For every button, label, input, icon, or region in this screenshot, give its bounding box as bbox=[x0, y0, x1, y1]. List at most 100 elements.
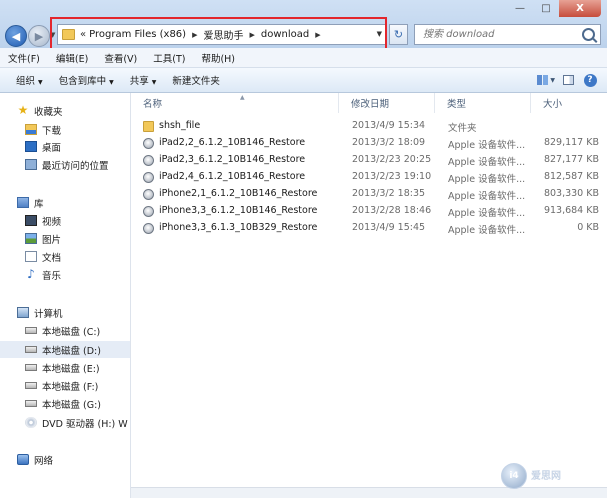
sidebar-libraries[interactable]: 库 bbox=[17, 194, 130, 211]
menu-view[interactable]: 查看(V) bbox=[96, 51, 145, 65]
search-icon[interactable] bbox=[582, 28, 595, 41]
share-button[interactable]: 共享 ▼ bbox=[122, 73, 165, 87]
table-row[interactable]: iPhone2,1_6.1.2_10B146_Restore 2013/3/2 1… bbox=[131, 186, 607, 203]
window-controls: — □ X bbox=[507, 0, 601, 17]
include-library-button[interactable]: 包含到库中 ▼ bbox=[51, 73, 122, 87]
address-history-dropdown-icon[interactable]: ▼ bbox=[377, 30, 382, 38]
table-row[interactable]: iPad2,4_6.1.2_10B146_Restore 2013/2/23 19… bbox=[131, 169, 607, 186]
sidebar-item-dvd[interactable]: DVD 驱动器 (H:) W bbox=[25, 414, 130, 431]
breadcrumb-overflow[interactable]: « bbox=[80, 29, 86, 40]
sidebar-item-videos[interactable]: 视频 bbox=[25, 212, 130, 229]
sidebar-computer[interactable]: 计算机 bbox=[17, 304, 130, 321]
table-row[interactable]: iPhone3,3_6.1.3_10B329_Restore 2013/4/9 1… bbox=[131, 220, 607, 237]
star-icon: ★ bbox=[17, 103, 29, 117]
file-name: shsh_file bbox=[159, 120, 201, 131]
sidebar-item-downloads[interactable]: 下载 bbox=[25, 121, 130, 138]
column-header-type[interactable]: 类型 bbox=[435, 93, 531, 113]
breadcrumb-item[interactable]: Program Files (x86) bbox=[89, 29, 186, 40]
sidebar-item-drive-d[interactable]: 本地磁盘 (D:) bbox=[0, 341, 130, 358]
table-row[interactable]: shsh_file 2013/4/9 15:34 文件夹 bbox=[131, 118, 607, 135]
breadcrumb-separator-icon[interactable]: ▶ bbox=[315, 31, 320, 39]
sidebar-item-recent[interactable]: 最近访问的位置 bbox=[25, 156, 130, 173]
forward-button[interactable]: ▶ bbox=[28, 25, 50, 47]
pictures-library-icon bbox=[25, 233, 37, 244]
help-icon: ? bbox=[583, 73, 597, 87]
hard-drive-icon bbox=[25, 346, 37, 353]
sidebar-item-label: 图片 bbox=[42, 234, 62, 246]
firmware-file-icon bbox=[143, 172, 154, 183]
column-header-date[interactable]: 修改日期 bbox=[339, 93, 435, 113]
sidebar-favorites[interactable]: ★ 收藏夹 bbox=[17, 102, 130, 119]
file-size: 827,177 KB bbox=[543, 154, 599, 165]
breadcrumb-separator-icon[interactable]: ▶ bbox=[192, 31, 197, 39]
file-list: ▲ 名称 修改日期 类型 大小 shsh_file 2013/4/9 15:34 文… bbox=[131, 93, 607, 498]
search-input[interactable] bbox=[421, 28, 580, 41]
menu-help[interactable]: 帮助(H) bbox=[193, 51, 243, 65]
file-name: iPad2,3_6.1.2_10B146_Restore bbox=[159, 154, 306, 165]
sidebar-item-desktop[interactable]: 桌面 bbox=[25, 138, 130, 155]
column-header-name[interactable]: 名称 bbox=[131, 93, 339, 113]
sidebar-item-drive-g[interactable]: 本地磁盘 (G:) bbox=[25, 395, 130, 412]
breadcrumb-separator-icon[interactable]: ▶ bbox=[249, 31, 254, 39]
file-name: iPhone2,1_6.1.2_10B146_Restore bbox=[159, 188, 318, 199]
toolbar-icons: ▼ ? bbox=[533, 72, 599, 88]
desktop-icon bbox=[25, 141, 37, 152]
sidebar-item-pictures[interactable]: 图片 bbox=[25, 230, 130, 247]
menu-bar: 文件(F) 编辑(E) 查看(V) 工具(T) 帮助(H) bbox=[0, 48, 607, 68]
sidebar-item-label: 本地磁盘 (G:) bbox=[42, 399, 101, 411]
search-box[interactable] bbox=[414, 24, 601, 45]
file-size: 829,117 KB bbox=[543, 137, 599, 148]
navigation-pane: ★ 收藏夹 下载 桌面 最近访问的位置 库 视频 图片 文档 ♪ 音乐 计算机 本地… bbox=[0, 93, 131, 498]
preview-pane-button[interactable] bbox=[559, 72, 577, 88]
column-header-size[interactable]: 大小 bbox=[531, 93, 607, 113]
change-view-button[interactable]: ▼ bbox=[537, 72, 555, 88]
hard-drive-icon bbox=[25, 382, 37, 389]
watermark-logo: i4 bbox=[501, 463, 527, 489]
documents-library-icon bbox=[25, 251, 37, 262]
sidebar-group-label: 网络 bbox=[34, 455, 54, 467]
sidebar-network[interactable]: 网络 bbox=[17, 451, 130, 468]
sidebar-item-drive-c[interactable]: 本地磁盘 (C:) bbox=[25, 322, 130, 339]
back-button[interactable]: ◀ bbox=[5, 25, 27, 47]
file-size: 913,684 KB bbox=[543, 205, 599, 216]
new-folder-button[interactable]: 新建文件夹 bbox=[164, 73, 228, 87]
refresh-button[interactable]: ↻ bbox=[389, 24, 408, 45]
hard-drive-icon bbox=[25, 327, 37, 334]
sidebar-item-label: DVD 驱动器 (H:) W bbox=[42, 418, 128, 430]
minimize-button[interactable]: — bbox=[507, 0, 533, 17]
file-type: Apple 设备软件... bbox=[448, 174, 526, 185]
file-size: 803,330 KB bbox=[543, 188, 599, 199]
sidebar-item-label: 本地磁盘 (F:) bbox=[42, 381, 99, 393]
help-button[interactable]: ? bbox=[581, 72, 599, 88]
organize-button[interactable]: 组织 ▼ bbox=[8, 73, 51, 87]
organize-label: 组织 bbox=[16, 76, 36, 87]
breadcrumb-item[interactable]: download bbox=[261, 29, 309, 40]
folder-icon bbox=[143, 121, 154, 132]
table-row[interactable]: iPad2,3_6.1.2_10B146_Restore 2013/2/23 20… bbox=[131, 152, 607, 169]
close-button[interactable]: X bbox=[559, 0, 601, 17]
sidebar-item-music[interactable]: ♪ 音乐 bbox=[25, 266, 130, 283]
file-type: Apple 设备软件... bbox=[448, 225, 526, 236]
file-date: 2013/4/9 15:45 bbox=[352, 222, 426, 233]
breadcrumb-item[interactable]: 爱思助手 bbox=[203, 27, 243, 42]
file-date: 2013/2/23 19:10 bbox=[352, 171, 432, 182]
menu-tools[interactable]: 工具(T) bbox=[145, 51, 193, 65]
address-bar[interactable]: « Program Files (x86) ▶ 爱思助手 ▶ download … bbox=[57, 24, 387, 45]
menu-edit[interactable]: 编辑(E) bbox=[48, 51, 96, 65]
sidebar-item-label: 下载 bbox=[42, 125, 62, 137]
dvd-drive-icon bbox=[25, 417, 37, 428]
sidebar-item-label: 文档 bbox=[42, 252, 62, 264]
file-name: iPhone3,3_6.1.2_10B146_Restore bbox=[159, 205, 318, 216]
chevron-down-icon: ▼ bbox=[550, 76, 555, 84]
table-row[interactable]: iPad2,2_6.1.2_10B146_Restore 2013/3/2 18:… bbox=[131, 135, 607, 152]
sidebar-group-label: 收藏夹 bbox=[34, 106, 63, 118]
sidebar-item-drive-e[interactable]: 本地磁盘 (E:) bbox=[25, 359, 130, 376]
menu-file[interactable]: 文件(F) bbox=[0, 51, 48, 65]
table-row[interactable]: iPhone3,3_6.1.2_10B146_Restore 2013/2/28 … bbox=[131, 203, 607, 220]
preview-pane-icon bbox=[562, 75, 574, 85]
chevron-down-icon: ▼ bbox=[151, 79, 157, 86]
maximize-button[interactable]: □ bbox=[533, 0, 559, 17]
recent-pages-dropdown-icon[interactable]: ▼ bbox=[50, 31, 55, 39]
sidebar-item-drive-f[interactable]: 本地磁盘 (F:) bbox=[25, 377, 130, 394]
sidebar-item-documents[interactable]: 文档 bbox=[25, 248, 130, 265]
